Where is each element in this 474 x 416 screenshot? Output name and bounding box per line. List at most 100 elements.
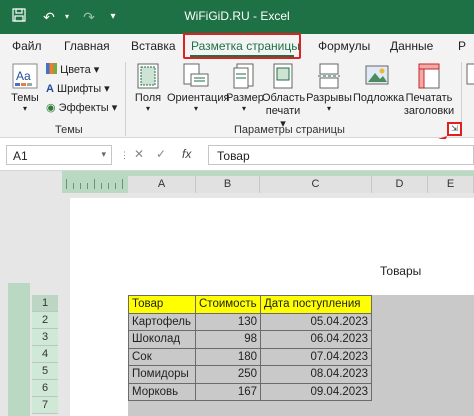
ruler-tick xyxy=(101,183,102,189)
table-row: Помидоры 250 08.04.2023 xyxy=(128,365,372,384)
row-header-5[interactable]: 5 xyxy=(32,363,58,380)
cell-product[interactable]: Помидоры xyxy=(128,365,196,384)
tab-formulas[interactable]: Формулы xyxy=(318,39,370,53)
cell-date[interactable]: 08.04.2023 xyxy=(260,365,372,384)
cell-product[interactable]: Морковь xyxy=(128,382,196,401)
background-button[interactable]: Подложка xyxy=(353,62,405,105)
size-label: Размер xyxy=(226,92,264,104)
fonts-icon: A xyxy=(46,83,54,95)
empty-cells-area[interactable] xyxy=(128,401,474,416)
tab-data[interactable]: Данные xyxy=(390,39,433,53)
row-header-1[interactable]: 1 xyxy=(32,295,58,312)
row-header-2[interactable]: 2 xyxy=(32,312,58,329)
ruler-tick xyxy=(115,183,116,189)
name-box-value: A1 xyxy=(13,149,28,163)
name-box-dropdown-icon[interactable]: ▾ xyxy=(101,149,106,160)
more-icon: ⋮ xyxy=(120,150,129,160)
group-separator xyxy=(125,62,126,136)
row-header-3[interactable]: 3 xyxy=(32,329,58,346)
print-titles-label-line1: Печатать xyxy=(405,92,453,104)
cell-product[interactable]: Шоколад xyxy=(128,330,196,349)
tab-review-partial[interactable]: Р xyxy=(458,39,466,53)
sheet-area: A B C D E Товары 1 2 3 4 5 6 7 Товар Сто… xyxy=(0,171,474,416)
tab-insert[interactable]: Вставка xyxy=(131,39,176,53)
vertical-ruler[interactable] xyxy=(8,283,30,416)
cell-cost[interactable]: 130 xyxy=(195,312,261,331)
cell-product[interactable]: Картофель xyxy=(128,312,196,331)
cell-product[interactable]: Сок xyxy=(128,347,196,366)
name-box[interactable]: A1 ▾ xyxy=(6,145,112,165)
tab-home[interactable]: Главная xyxy=(64,39,110,53)
breaks-icon xyxy=(318,63,340,89)
size-button[interactable]: Размер ▾ xyxy=(226,62,264,113)
table-row: Картофель 130 05.04.2023 xyxy=(128,312,372,331)
ruler-tick xyxy=(66,179,67,189)
cell-date[interactable]: 09.04.2023 xyxy=(260,382,372,401)
margins-icon xyxy=(137,63,159,89)
table-header-row: Товар Стоимость Дата поступления xyxy=(128,295,372,314)
fonts-button[interactable]: A Шрифты ▾ xyxy=(46,82,110,95)
ruler-tick xyxy=(108,183,109,189)
margins-dropdown-icon: ▾ xyxy=(145,104,150,113)
column-header-a[interactable]: A xyxy=(128,176,196,193)
print-titles-icon xyxy=(418,63,440,89)
cell-cost[interactable]: 180 xyxy=(195,347,261,366)
cell-date[interactable]: 05.04.2023 xyxy=(260,312,372,331)
background-image-icon xyxy=(365,65,389,85)
ruler-tick xyxy=(73,183,74,189)
breaks-button[interactable]: Разрывы ▾ xyxy=(306,62,352,113)
row-header-4[interactable]: 4 xyxy=(32,346,58,363)
formula-input[interactable]: Товар xyxy=(208,145,474,165)
themes-button[interactable]: Aa Темы ▾ xyxy=(8,62,42,113)
ruler-tick xyxy=(94,179,95,189)
size-dropdown-icon: ▾ xyxy=(241,104,246,113)
cancel-icon[interactable]: ✕ xyxy=(134,147,144,161)
ruler-tick xyxy=(122,179,123,189)
column-header-d[interactable]: D xyxy=(372,176,428,193)
column-header-b[interactable]: B xyxy=(196,176,260,193)
empty-cells-area[interactable] xyxy=(371,295,474,416)
ruler-tick xyxy=(87,183,88,189)
themes-dropdown-icon: ▾ xyxy=(22,104,27,113)
row-header-7[interactable]: 7 xyxy=(32,397,58,414)
effects-icon: ◉ xyxy=(46,102,56,114)
print-titles-button[interactable]: Печатать заголовки xyxy=(403,62,455,118)
margins-button[interactable]: Поля ▾ xyxy=(131,62,165,113)
breaks-label: Разрывы xyxy=(306,92,352,104)
next-group-partial[interactable] xyxy=(465,62,474,90)
background-label: Подложка xyxy=(353,92,405,104)
insert-function-icon[interactable]: fx xyxy=(182,147,191,161)
column-header-c[interactable]: C xyxy=(260,176,372,193)
sheet-title[interactable]: Товары xyxy=(380,264,421,278)
cell-cost[interactable]: 98 xyxy=(195,330,261,349)
cell-date[interactable]: 06.04.2023 xyxy=(260,330,372,349)
themes-group-label: Темы xyxy=(55,124,83,136)
colors-button[interactable]: Цвета ▾ xyxy=(46,63,99,76)
cell-cost[interactable]: 250 xyxy=(195,365,261,384)
effects-button[interactable]: ◉ Эффекты ▾ xyxy=(46,101,117,114)
margins-label: Поля xyxy=(134,92,162,104)
header-cell-date[interactable]: Дата поступления xyxy=(260,295,372,314)
tab-file[interactable]: Файл xyxy=(12,39,42,53)
header-cell-product[interactable]: Товар xyxy=(128,295,196,314)
orientation-button[interactable]: Ориентация ▾ xyxy=(167,62,229,113)
orientation-dropdown-icon: ▾ xyxy=(193,104,198,113)
column-header-e[interactable]: E xyxy=(428,176,474,193)
print-area-label-line1: Область xyxy=(262,92,306,104)
enter-icon[interactable]: ✓ xyxy=(156,147,166,161)
cell-cost[interactable]: 167 xyxy=(195,382,261,401)
data-table: Товар Стоимость Дата поступления Картофе… xyxy=(128,295,372,401)
header-cell-cost[interactable]: Стоимость xyxy=(195,295,261,314)
size-icon xyxy=(233,63,254,89)
row-header-6[interactable]: 6 xyxy=(32,380,58,397)
print-area-button[interactable]: Область печати ▾ xyxy=(262,62,306,131)
orientation-label: Ориентация xyxy=(167,92,230,104)
print-titles-label-line2: заголовки xyxy=(403,105,455,117)
colors-icon xyxy=(46,63,57,74)
fonts-label: Шрифты xyxy=(57,83,102,95)
cell-date[interactable]: 07.04.2023 xyxy=(260,347,372,366)
orientation-icon xyxy=(183,63,209,87)
window-title: WiFiGiD.RU - Excel xyxy=(184,9,290,23)
tab-highlight-frame xyxy=(183,33,301,59)
table-row: Сок 180 07.04.2023 xyxy=(128,347,372,366)
